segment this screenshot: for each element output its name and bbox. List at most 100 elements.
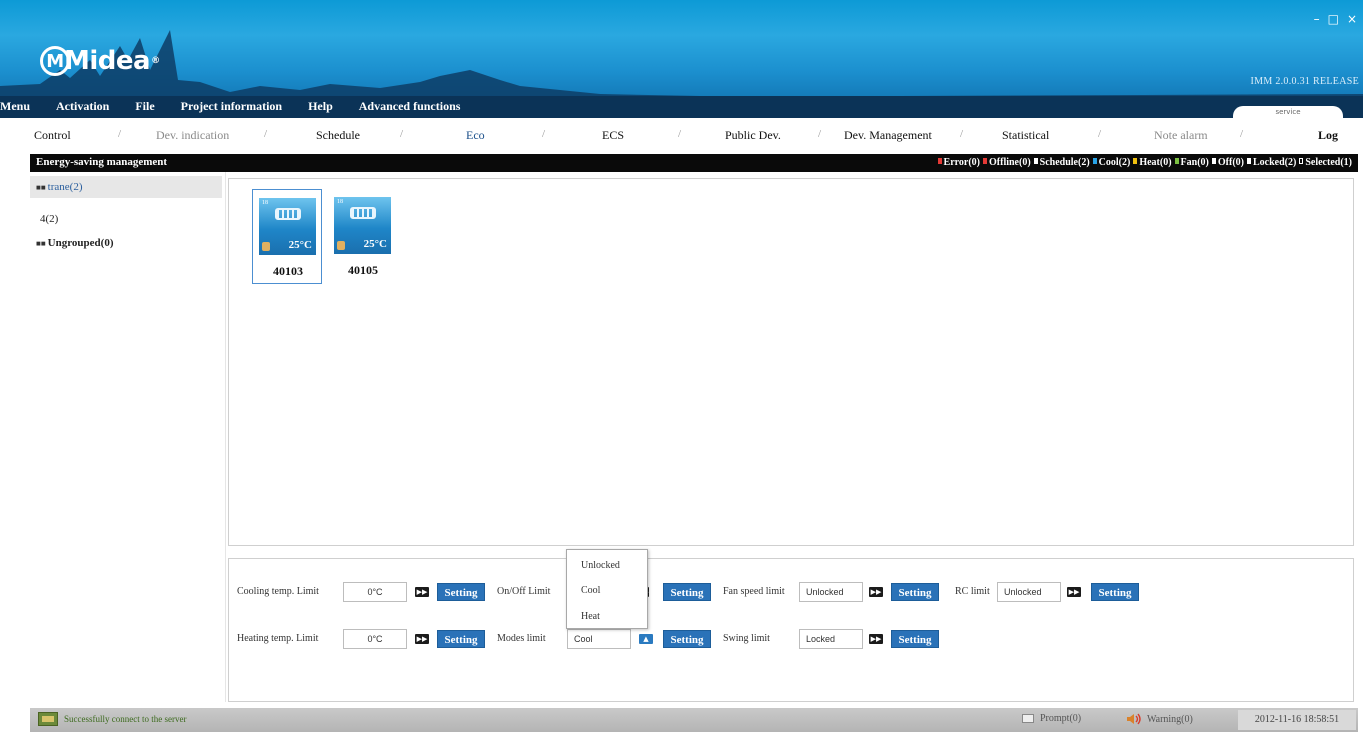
- tab-note-alarm[interactable]: Note alarm: [1154, 128, 1208, 143]
- device-id: 40105: [348, 263, 378, 277]
- legend-offline: Offline(0): [983, 157, 1031, 168]
- limit-settings-panel: Cooling temp. Limit 0°C ▶▶ Setting On/Of…: [228, 558, 1354, 702]
- minimize-icon[interactable]: –: [1314, 12, 1320, 26]
- device-tile-40105[interactable]: 18 25°C 40105: [328, 189, 398, 284]
- onoff-setting-button[interactable]: Setting: [663, 583, 711, 601]
- date-time: 2012-11-16 18:58:51: [1238, 710, 1356, 730]
- window-controls: – □ ×: [1314, 12, 1357, 26]
- ac-unit-icon: 18 25°C: [259, 198, 316, 255]
- modes-dropdown: Unlocked Cool Heat: [566, 549, 648, 629]
- menu-help[interactable]: Help: [308, 99, 333, 114]
- menu-menu[interactable]: Menu: [0, 99, 30, 114]
- dropdown-option-heat[interactable]: Heat: [581, 611, 600, 622]
- swing-setting-button[interactable]: Setting: [891, 630, 939, 648]
- close-icon[interactable]: ×: [1347, 12, 1357, 26]
- rc-limit-arrow-icon[interactable]: ▶▶: [1067, 587, 1081, 597]
- tab-separator: /: [960, 128, 964, 140]
- tab-bar: Control / Dev. indication / Schedule / E…: [0, 118, 1363, 152]
- status-message: Successfully connect to the server: [64, 714, 187, 724]
- tab-log[interactable]: Log: [1318, 128, 1338, 143]
- tab-public-dev[interactable]: Public Dev.: [725, 128, 781, 143]
- modes-limit-label: Modes limit: [497, 633, 546, 644]
- tab-schedule[interactable]: Schedule: [316, 128, 360, 143]
- tab-statistical[interactable]: Statistical: [1002, 128, 1049, 143]
- tab-separator: /: [542, 128, 546, 140]
- tab-separator: /: [818, 128, 822, 140]
- rc-setting-button[interactable]: Setting: [1091, 583, 1139, 601]
- tab-control[interactable]: Control: [34, 128, 71, 143]
- heating-limit-label: Heating temp. Limit: [237, 633, 319, 644]
- maximize-icon[interactable]: □: [1328, 12, 1339, 26]
- midea-logo: M Midea ®: [40, 42, 160, 80]
- tab-separator: /: [400, 128, 404, 140]
- cooling-limit-field[interactable]: 0°C: [343, 582, 407, 602]
- fan-speed-setting-button[interactable]: Setting: [891, 583, 939, 601]
- menu-project-information[interactable]: Project information: [181, 99, 282, 114]
- legend-cool: Cool(2): [1092, 157, 1130, 168]
- swing-limit-label: Swing limit: [723, 633, 770, 644]
- legend-heat: Heat(0): [1133, 157, 1172, 168]
- cooling-limit-label: Cooling temp. Limit: [237, 586, 319, 597]
- prompt-indicator[interactable]: Prompt(0): [1022, 713, 1081, 724]
- swing-limit-arrow-icon[interactable]: ▶▶: [869, 634, 883, 644]
- heating-limit-arrow-icon[interactable]: ▶▶: [415, 634, 429, 644]
- menu-file[interactable]: File: [135, 99, 154, 114]
- status-bar: Successfully connect to the server Promp…: [30, 708, 1358, 732]
- tab-separator: /: [1240, 128, 1244, 140]
- device-grid: 18 25°C 40103 18 25°C 40105: [228, 178, 1354, 546]
- menu-activation[interactable]: Activation: [56, 99, 109, 114]
- legend-fan: Fan(0): [1174, 157, 1209, 168]
- legend-schedule: Schedule(2): [1033, 157, 1090, 168]
- tab-dev-management[interactable]: Dev. Management: [844, 128, 932, 143]
- tree-item-4[interactable]: 4(2): [30, 208, 222, 230]
- lock-icon: [337, 241, 345, 250]
- heating-setting-button[interactable]: Setting: [437, 630, 485, 648]
- tab-separator: /: [264, 128, 268, 140]
- warning-indicator[interactable]: Warning(0): [1126, 712, 1193, 726]
- tab-ecs[interactable]: ECS: [602, 128, 624, 143]
- tab-eco[interactable]: Eco: [466, 128, 485, 143]
- dropdown-option-cool[interactable]: Cool: [581, 585, 600, 596]
- group-icon: ■■: [36, 183, 46, 192]
- tab-separator: /: [678, 128, 682, 140]
- legend-selected: Selected(1): [1299, 157, 1352, 168]
- panel-title-bar: Energy-saving management Error(0) Offlin…: [30, 154, 1358, 172]
- tab-dev-indication[interactable]: Dev. indication: [156, 128, 229, 143]
- device-tile-40103[interactable]: 18 25°C 40103: [252, 189, 322, 284]
- modes-setting-button[interactable]: Setting: [663, 630, 711, 648]
- device-id: 40103: [273, 264, 303, 278]
- group-tree: ■■ trane(2) 4(2) ■■ Ungrouped(0): [30, 172, 226, 702]
- speaker-icon: [1126, 712, 1142, 726]
- fan-speed-limit-label: Fan speed limit: [723, 586, 785, 597]
- tab-separator: /: [1098, 128, 1102, 140]
- cooling-setting-button[interactable]: Setting: [437, 583, 485, 601]
- swing-limit-field[interactable]: Locked: [799, 629, 863, 649]
- group-icon: ■■: [36, 239, 46, 248]
- modes-limit-field[interactable]: Cool: [567, 629, 631, 649]
- server-connection-icon: [38, 712, 58, 726]
- tree-item-ungrouped[interactable]: ■■ Ungrouped(0): [30, 232, 222, 254]
- device-temp: 25°C: [288, 239, 312, 251]
- rc-limit-label: RC limit: [955, 586, 990, 597]
- panel-title: Energy-saving management: [36, 156, 168, 168]
- logo-text: Midea: [64, 46, 151, 76]
- status-legend: Error(0) Offline(0) Schedule(2) Cool(2) …: [937, 157, 1352, 168]
- dropdown-option-unlocked[interactable]: Unlocked: [581, 560, 620, 571]
- cooling-limit-arrow-icon[interactable]: ▶▶: [415, 587, 429, 597]
- legend-locked: Locked(2): [1247, 157, 1296, 168]
- rc-limit-field[interactable]: Unlocked: [997, 582, 1061, 602]
- fan-speed-limit-field[interactable]: Unlocked: [799, 582, 863, 602]
- mail-icon: [1022, 714, 1034, 723]
- legend-error: Error(0): [937, 157, 980, 168]
- fan-speed-arrow-icon[interactable]: ▶▶: [869, 587, 883, 597]
- menu-advanced-functions[interactable]: Advanced functions: [359, 99, 461, 114]
- chevron-up-icon[interactable]: ▲: [639, 634, 653, 644]
- onoff-limit-label: On/Off Limit: [497, 586, 551, 597]
- menu-bar: Menu Activation File Project information…: [0, 96, 1363, 116]
- tree-item-trane[interactable]: ■■ trane(2): [30, 176, 222, 198]
- tab-separator: /: [118, 128, 122, 140]
- device-temp: 25°C: [363, 238, 387, 250]
- heating-limit-field[interactable]: 0°C: [343, 629, 407, 649]
- service-tab[interactable]: service: [1233, 106, 1343, 118]
- ac-unit-icon: 18 25°C: [334, 197, 391, 254]
